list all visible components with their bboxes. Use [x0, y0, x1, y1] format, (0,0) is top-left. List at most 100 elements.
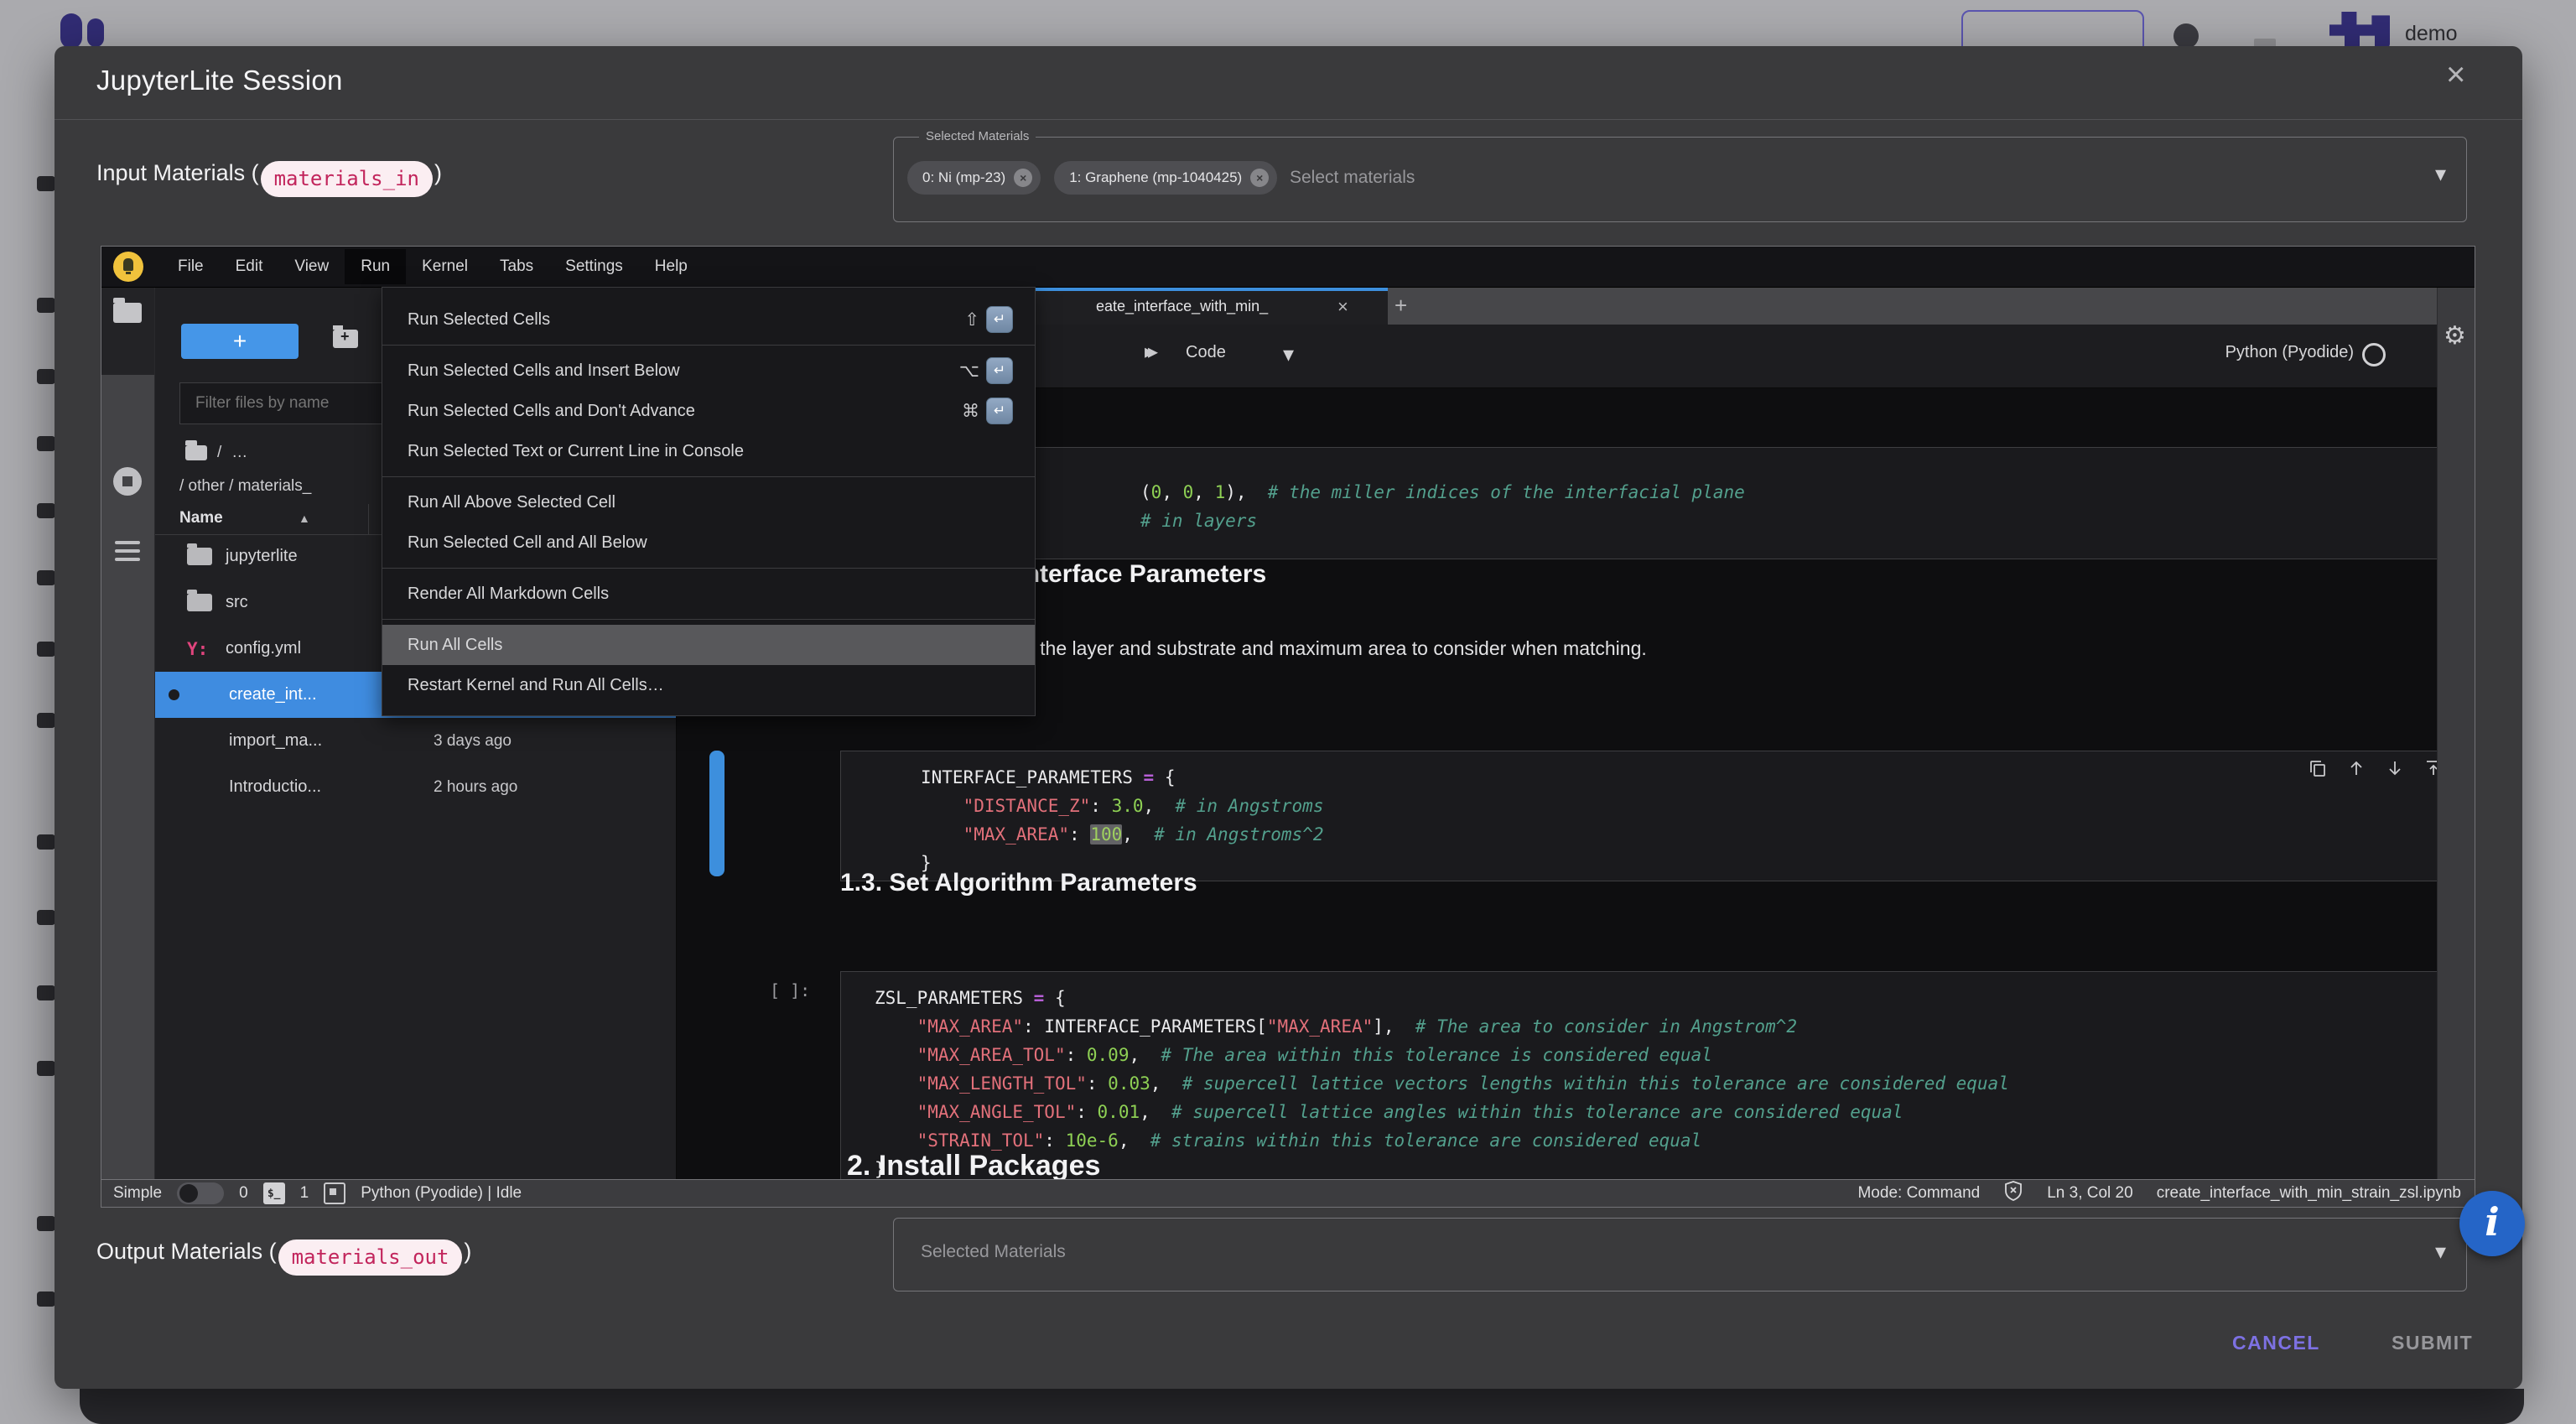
move-cell-down-icon[interactable]	[2385, 758, 2405, 778]
menubar-item-help[interactable]: Help	[639, 249, 704, 284]
background-sidebar-icon	[37, 436, 55, 451]
status-bar: Simple 0 $_ 1 Python (Pyodide) | Idle Mo…	[101, 1179, 2475, 1207]
input-materials-label: Input Materials (materials_in)	[96, 160, 442, 197]
menu-separator	[382, 619, 1035, 620]
menubar-item-view[interactable]: View	[278, 249, 345, 284]
sort-asc-icon: ▲	[299, 512, 310, 525]
running-kernels-icon[interactable]	[113, 467, 142, 496]
menu-item-run-selected-cells-and-insert-below[interactable]: Run Selected Cells and Insert Below⌥↵	[382, 351, 1035, 391]
unsaved-dot-icon	[169, 689, 179, 700]
code-line: # in layers	[1140, 507, 2438, 535]
background-sidebar-icon	[37, 1291, 55, 1307]
cell-type-dropdown[interactable]: Code	[1186, 343, 1226, 362]
mode-indicator[interactable]: Mode: Command	[1857, 1184, 1980, 1203]
menu-item-run-all-above-selected-cell[interactable]: Run All Above Selected Cell	[382, 482, 1035, 522]
menu-item-run-selected-text-or-current-line-in-console[interactable]: Run Selected Text or Current Line in Con…	[382, 431, 1035, 471]
simple-mode-label: Simple	[113, 1184, 162, 1203]
menubar-item-tabs[interactable]: Tabs	[484, 249, 549, 284]
menu-item-run-selected-cells[interactable]: Run Selected Cells⇧↵	[382, 299, 1035, 340]
background-sidebar-icon	[37, 176, 55, 191]
header-divider	[55, 119, 2522, 120]
menu-item-run-selected-cell-and-all-below[interactable]: Run Selected Cell and All Below	[382, 522, 1035, 563]
chevron-down-icon[interactable]: ▾	[1283, 341, 1294, 367]
material-chip-0-ni-mp-23[interactable]: 0: Ni (mp-23)×	[907, 161, 1041, 195]
breadcrumb-path[interactable]: / other / materials_	[179, 477, 311, 496]
output-placeholder: Selected Materials	[921, 1242, 1066, 1262]
user-label: demo	[2405, 22, 2458, 46]
folder-icon	[187, 594, 212, 611]
terminals-count[interactable]: 0	[239, 1184, 248, 1203]
chevron-down-icon[interactable]: ▾	[2435, 161, 2446, 187]
file-row-import-ma[interactable]: import_ma...3 days ago	[155, 718, 676, 764]
kernel-switcher[interactable]: Python (Pyodide)	[2225, 343, 2354, 362]
menu-item-run-all-cells[interactable]: Run All Cells	[382, 625, 1035, 665]
new-launcher-button[interactable]: +	[181, 324, 299, 359]
code-cell-substrate[interactable]: (0, 0, 1), # the miller indices of the i…	[840, 447, 2438, 559]
kernel-status-text[interactable]: Python (Pyodide) | Idle	[361, 1184, 522, 1203]
background-sidebar-icon	[37, 503, 55, 518]
code-line: "MAX_AREA_TOL": 0.09, # The area within …	[875, 1041, 2438, 1069]
info-button[interactable]: i	[2459, 1191, 2525, 1256]
code-line: "MAX_ANGLE_TOL": 0.01, # supercell latti…	[875, 1098, 2438, 1126]
cpu-icon[interactable]	[324, 1182, 345, 1204]
folder-icon	[185, 445, 207, 460]
input-materials-select[interactable]: Selected Materials 0: Ni (mp-23)×1: Grap…	[893, 137, 2467, 222]
move-cell-up-icon[interactable]	[2346, 758, 2366, 778]
new-folder-icon[interactable]	[333, 330, 358, 348]
app-logo-icon	[60, 13, 82, 49]
menu-item-run-selected-cells-and-don-t-advance[interactable]: Run Selected Cells and Don't Advance⌘↵	[382, 391, 1035, 431]
material-chips: 0: Ni (mp-23)× 1: Graphene (mp-1040425)×	[907, 161, 1291, 195]
close-icon[interactable]: ×	[2446, 58, 2465, 91]
background-sidebar-icon	[37, 713, 55, 728]
heading-install-packages: 2. Install Packages	[847, 1150, 1518, 1179]
run-icon[interactable]: ▸▸	[1145, 340, 1151, 364]
output-materials-select[interactable]: Selected Materials ▾	[893, 1218, 2467, 1291]
code-cell-interface-parameters[interactable]: INTERFACE_PARAMETERS = { "DISTANCE_Z": 3…	[840, 751, 2438, 881]
table-of-contents-icon[interactable]	[115, 536, 140, 566]
enter-key-icon: ↵	[986, 398, 1013, 424]
chip-remove-icon[interactable]: ×	[1014, 169, 1032, 187]
menu-separator	[382, 345, 1035, 346]
gear-icon[interactable]: ⚙	[2444, 321, 2466, 351]
tab-close-icon[interactable]: ×	[1337, 296, 1348, 318]
kernels-count[interactable]: 1	[300, 1184, 309, 1203]
jupyterlite-logo-icon	[113, 252, 143, 282]
run-menu: Run Selected Cells⇧↵ Run Selected Cells a…	[382, 287, 1036, 716]
chip-remove-icon[interactable]: ×	[1250, 169, 1269, 187]
menubar-item-kernel[interactable]: Kernel	[406, 249, 484, 284]
menubar-item-edit[interactable]: Edit	[220, 249, 279, 284]
background-sidebar-icon	[37, 298, 55, 313]
app-logo-icon2	[87, 18, 104, 47]
current-filename: create_interface_with_min_strain_zsl.ipy…	[2157, 1184, 2461, 1203]
background-avatar	[2174, 23, 2199, 49]
breadcrumb[interactable]: / …	[185, 444, 247, 462]
background-sidebar-icon	[37, 834, 55, 850]
shield-x-icon[interactable]	[2003, 1180, 2023, 1207]
insert-cell-above-icon[interactable]	[2423, 758, 2438, 778]
heading-install-clip: 2. Install Packages	[847, 1150, 1518, 1179]
background-sidebar-icon	[37, 369, 55, 384]
kernel-status-icon[interactable]	[2362, 343, 2386, 366]
code-cell-zsl-parameters[interactable]: ZSL_PARAMETERS = { "MAX_AREA": INTERFACE…	[840, 971, 2438, 1179]
screen: demo JupyterLite Session × Input Materia…	[0, 0, 2576, 1424]
submit-button[interactable]: SUBMIT	[2392, 1332, 2473, 1354]
simple-mode-toggle[interactable]	[177, 1182, 224, 1204]
cell-prompt: [ ]:	[770, 980, 810, 1000]
modifier-key-icon: ⌥	[959, 361, 979, 382]
new-tab-icon[interactable]: +	[1394, 293, 1407, 319]
file-row-introductio[interactable]: Introductio...2 hours ago	[155, 764, 676, 810]
chevron-down-icon[interactable]: ▾	[2435, 1239, 2446, 1265]
terminal-icon[interactable]: $_	[263, 1182, 285, 1204]
cursor-position[interactable]: Ln 3, Col 20	[2047, 1184, 2132, 1203]
output-materials-label: Output Materials (materials_out)	[96, 1239, 471, 1276]
menubar-item-run[interactable]: Run	[345, 249, 406, 284]
cancel-button[interactable]: CANCEL	[2232, 1332, 2320, 1354]
file-browser-icon[interactable]	[113, 303, 142, 323]
background-sidebar-icon	[37, 1216, 55, 1231]
duplicate-cell-icon[interactable]	[2308, 758, 2328, 778]
menubar-item-settings[interactable]: Settings	[549, 249, 639, 284]
menu-item-restart-kernel-and-run-all-cells[interactable]: Restart Kernel and Run All Cells…	[382, 665, 1035, 705]
material-chip-1-graphene-mp-1040425[interactable]: 1: Graphene (mp-1040425)×	[1054, 161, 1277, 195]
menubar-item-file[interactable]: File	[162, 249, 220, 284]
menu-item-render-all-markdown-cells[interactable]: Render All Markdown Cells	[382, 574, 1035, 614]
